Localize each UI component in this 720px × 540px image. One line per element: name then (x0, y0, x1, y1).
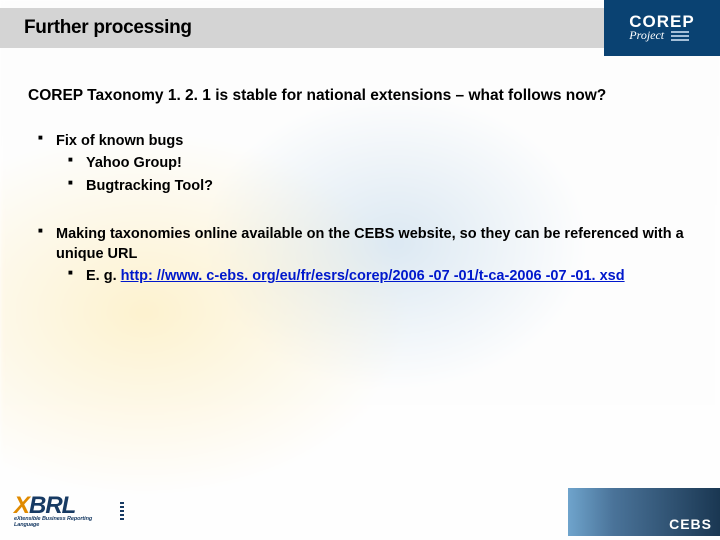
list-item: Making taxonomies online available on th… (56, 224, 692, 287)
xbrl-subtitle: eXtensible Business Reporting Language (14, 516, 118, 528)
corep-logo-line2-text: Project (629, 28, 664, 42)
list-item-text: Yahoo Group! (86, 155, 182, 171)
list-item: Bugtracking Tool? (86, 176, 692, 196)
corep-logo: COREP Project (629, 13, 694, 42)
xbrl-x: X (14, 492, 29, 519)
list-item: Yahoo Group! (86, 153, 692, 173)
list-item-text: Making taxonomies online available on th… (56, 226, 684, 262)
content-heading: COREP Taxonomy 1. 2. 1 is stable for nat… (28, 86, 692, 107)
list-item-text: Bugtracking Tool? (86, 178, 213, 194)
sub-list: E. g. http: //www. c-ebs. org/eu/fr/esrs… (56, 266, 692, 286)
corep-logo-line2: Project (629, 29, 694, 42)
corep-logo-box: COREP Project (604, 0, 720, 56)
slide-content: COREP Taxonomy 1. 2. 1 is stable for nat… (0, 56, 720, 287)
list-item: E. g. http: //www. c-ebs. org/eu/fr/esrs… (86, 266, 692, 286)
xbrl-logo: XBRL eXtensible Business Reporting Langu… (14, 494, 118, 536)
sub-list: Yahoo Group! Bugtracking Tool? (56, 153, 692, 196)
xbrl-bar-icon (120, 502, 124, 522)
cebs-logo-box: CEBS (568, 488, 720, 536)
cebs-logo-text: CEBS (669, 516, 712, 532)
list-item-prefix: E. g. (86, 268, 121, 284)
slide-title: Further processing (0, 8, 604, 48)
url-link[interactable]: http: //www. c-ebs. org/eu/fr/esrs/corep… (121, 268, 625, 284)
list-item: Fix of known bugs Yahoo Group! Bugtracki… (56, 131, 692, 196)
footer: XBRL eXtensible Business Reporting Langu… (0, 490, 720, 538)
xbrl-brl: BRL (29, 492, 75, 519)
title-bar: Further processing COREP Project (0, 0, 720, 56)
corep-logo-bars-icon (671, 31, 689, 43)
bullet-list: Fix of known bugs Yahoo Group! Bugtracki… (28, 131, 692, 287)
list-item-text: Fix of known bugs (56, 133, 183, 149)
xbrl-logo-main: XBRL (14, 494, 118, 518)
